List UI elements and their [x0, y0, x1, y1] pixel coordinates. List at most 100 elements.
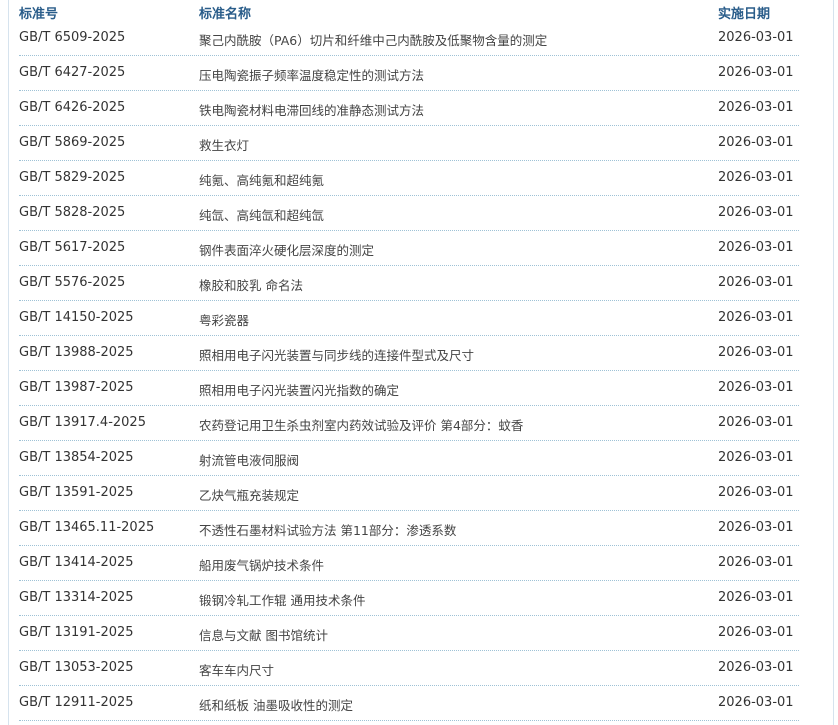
table-row[interactable]: GB/T 12911-2025 纸和纸板 油墨吸收性的测定 2026-03-01	[0, 687, 838, 722]
implementation-date: 2026-03-01	[718, 450, 794, 465]
header-code: 标准号	[19, 7, 59, 22]
implementation-date: 2026-03-01	[718, 240, 794, 255]
row-divider	[19, 510, 799, 511]
row-divider	[19, 230, 799, 231]
standard-code[interactable]: GB/T 6426-2025	[19, 100, 125, 115]
standard-code[interactable]: GB/T 5829-2025	[19, 170, 125, 185]
standard-name[interactable]: 纸和纸板 油墨吸收性的测定	[199, 695, 353, 714]
table-header: 标准号 标准名称 实施日期	[0, 0, 838, 24]
implementation-date: 2026-03-01	[718, 275, 794, 290]
table-row[interactable]: GB/T 13465.11-2025 不透性石墨材料试验方法 第11部分：渗透系数…	[0, 512, 838, 547]
standard-code[interactable]: GB/T 14150-2025	[19, 310, 134, 325]
standards-table: 标准号 标准名称 实施日期 GB/T 6509-2025 聚己内酰胺（PA6）切片…	[0, 0, 838, 725]
table-row[interactable]: GB/T 13314-2025 锻钢冷轧工作辊 通用技术条件 2026-03-01	[0, 582, 838, 617]
table-row[interactable]: GB/T 13591-2025 乙炔气瓶充装规定 2026-03-01	[0, 477, 838, 512]
implementation-date: 2026-03-01	[718, 65, 794, 80]
implementation-date: 2026-03-01	[718, 205, 794, 220]
standard-name[interactable]: 橡胶和胶乳 命名法	[199, 275, 303, 294]
table-row[interactable]: GB/T 13854-2025 射流管电液伺服阀 2026-03-01	[0, 442, 838, 477]
standard-code[interactable]: GB/T 13191-2025	[19, 625, 134, 640]
table-row[interactable]: GB/T 5617-2025 钢件表面淬火硬化层深度的测定 2026-03-01	[0, 232, 838, 267]
row-divider	[19, 195, 799, 196]
standard-code[interactable]: GB/T 13053-2025	[19, 660, 134, 675]
standard-code[interactable]: GB/T 13854-2025	[19, 450, 134, 465]
row-divider	[19, 580, 799, 581]
standard-name[interactable]: 不透性石墨材料试验方法 第11部分：渗透系数	[199, 520, 456, 539]
standard-name[interactable]: 信息与文献 图书馆统计	[199, 625, 328, 644]
table-row[interactable]: GB/T 13987-2025 照相用电子闪光装置闪光指数的确定 2026-03-0…	[0, 372, 838, 407]
implementation-date: 2026-03-01	[718, 345, 794, 360]
row-divider	[19, 475, 799, 476]
row-divider	[19, 650, 799, 651]
row-divider	[19, 160, 799, 161]
standard-name[interactable]: 压电陶瓷振子频率温度稳定性的测试方法	[199, 65, 424, 84]
standard-code[interactable]: GB/T 5869-2025	[19, 135, 125, 150]
implementation-date: 2026-03-01	[718, 170, 794, 185]
standard-name[interactable]: 射流管电液伺服阀	[199, 450, 299, 469]
implementation-date: 2026-03-01	[718, 380, 794, 395]
standard-code[interactable]: GB/T 12911-2025	[19, 695, 134, 710]
implementation-date: 2026-03-01	[718, 660, 794, 675]
row-divider	[19, 55, 799, 56]
table-body: GB/T 6509-2025 聚己内酰胺（PA6）切片和纤维中己内酰胺及低聚物含量…	[0, 22, 838, 722]
standard-code[interactable]: GB/T 13988-2025	[19, 345, 134, 360]
table-row[interactable]: GB/T 5828-2025 纯氙、高纯氙和超纯氙 2026-03-01	[0, 197, 838, 232]
standard-name[interactable]: 聚己内酰胺（PA6）切片和纤维中己内酰胺及低聚物含量的测定	[199, 30, 547, 49]
standard-name[interactable]: 照相用电子闪光装置与同步线的连接件型式及尺寸	[199, 345, 474, 364]
table-row[interactable]: GB/T 5576-2025 橡胶和胶乳 命名法 2026-03-01	[0, 267, 838, 302]
standard-code[interactable]: GB/T 13591-2025	[19, 485, 134, 500]
standard-code[interactable]: GB/T 5617-2025	[19, 240, 125, 255]
standard-code[interactable]: GB/T 13465.11-2025	[19, 520, 154, 535]
table-row[interactable]: GB/T 6426-2025 铁电陶瓷材料电滞回线的准静态测试方法 2026-03-…	[0, 92, 838, 127]
standard-name[interactable]: 粤彩瓷器	[199, 310, 249, 329]
table-row[interactable]: GB/T 6509-2025 聚己内酰胺（PA6）切片和纤维中己内酰胺及低聚物含量…	[0, 22, 838, 57]
standard-name[interactable]: 铁电陶瓷材料电滞回线的准静态测试方法	[199, 100, 424, 119]
standard-name[interactable]: 钢件表面淬火硬化层深度的测定	[199, 240, 374, 259]
implementation-date: 2026-03-01	[718, 30, 794, 45]
standard-name[interactable]: 照相用电子闪光装置闪光指数的确定	[199, 380, 399, 399]
standard-name[interactable]: 乙炔气瓶充装规定	[199, 485, 299, 504]
implementation-date: 2026-03-01	[718, 590, 794, 605]
standard-name[interactable]: 农药登记用卫生杀虫剂室内药效试验及评价 第4部分：蚊香	[199, 415, 523, 434]
implementation-date: 2026-03-01	[718, 695, 794, 710]
row-divider	[19, 440, 799, 441]
table-row[interactable]: GB/T 5829-2025 纯氪、高纯氪和超纯氪 2026-03-01	[0, 162, 838, 197]
table-row[interactable]: GB/T 14150-2025 粤彩瓷器 2026-03-01	[0, 302, 838, 337]
row-divider	[19, 405, 799, 406]
table-row[interactable]: GB/T 13191-2025 信息与文献 图书馆统计 2026-03-01	[0, 617, 838, 652]
standard-name[interactable]: 船用废气锅炉技术条件	[199, 555, 324, 574]
standard-code[interactable]: GB/T 5828-2025	[19, 205, 125, 220]
standard-code[interactable]: GB/T 13414-2025	[19, 555, 134, 570]
table-row[interactable]: GB/T 13053-2025 客车车内尺寸 2026-03-01	[0, 652, 838, 687]
row-divider	[19, 370, 799, 371]
implementation-date: 2026-03-01	[718, 520, 794, 535]
implementation-date: 2026-03-01	[718, 555, 794, 570]
standard-name[interactable]: 锻钢冷轧工作辊 通用技术条件	[199, 590, 365, 609]
row-divider	[19, 125, 799, 126]
standard-code[interactable]: GB/T 5576-2025	[19, 275, 125, 290]
table-row[interactable]: GB/T 6427-2025 压电陶瓷振子频率温度稳定性的测试方法 2026-03-…	[0, 57, 838, 92]
implementation-date: 2026-03-01	[718, 485, 794, 500]
implementation-date: 2026-03-01	[718, 625, 794, 640]
standard-code[interactable]: GB/T 13917.4-2025	[19, 415, 146, 430]
row-divider	[19, 720, 799, 721]
row-divider	[19, 335, 799, 336]
row-divider	[19, 300, 799, 301]
table-row[interactable]: GB/T 5869-2025 救生衣灯 2026-03-01	[0, 127, 838, 162]
table-row[interactable]: GB/T 13988-2025 照相用电子闪光装置与同步线的连接件型式及尺寸 202…	[0, 337, 838, 372]
table-row[interactable]: GB/T 13414-2025 船用废气锅炉技术条件 2026-03-01	[0, 547, 838, 582]
standard-name[interactable]: 救生衣灯	[199, 135, 249, 154]
standard-name[interactable]: 纯氙、高纯氙和超纯氙	[199, 205, 324, 224]
standard-code[interactable]: GB/T 13987-2025	[19, 380, 134, 395]
table-row[interactable]: GB/T 13917.4-2025 农药登记用卫生杀虫剂室内药效试验及评价 第4部…	[0, 407, 838, 442]
standard-name[interactable]: 客车车内尺寸	[199, 660, 274, 679]
implementation-date: 2026-03-01	[718, 415, 794, 430]
header-name: 标准名称	[199, 7, 252, 22]
standard-code[interactable]: GB/T 6509-2025	[19, 30, 125, 45]
row-divider	[19, 90, 799, 91]
header-date: 实施日期	[718, 7, 771, 22]
standard-code[interactable]: GB/T 6427-2025	[19, 65, 125, 80]
standard-code[interactable]: GB/T 13314-2025	[19, 590, 134, 605]
standard-name[interactable]: 纯氪、高纯氪和超纯氪	[199, 170, 324, 189]
implementation-date: 2026-03-01	[718, 135, 794, 150]
